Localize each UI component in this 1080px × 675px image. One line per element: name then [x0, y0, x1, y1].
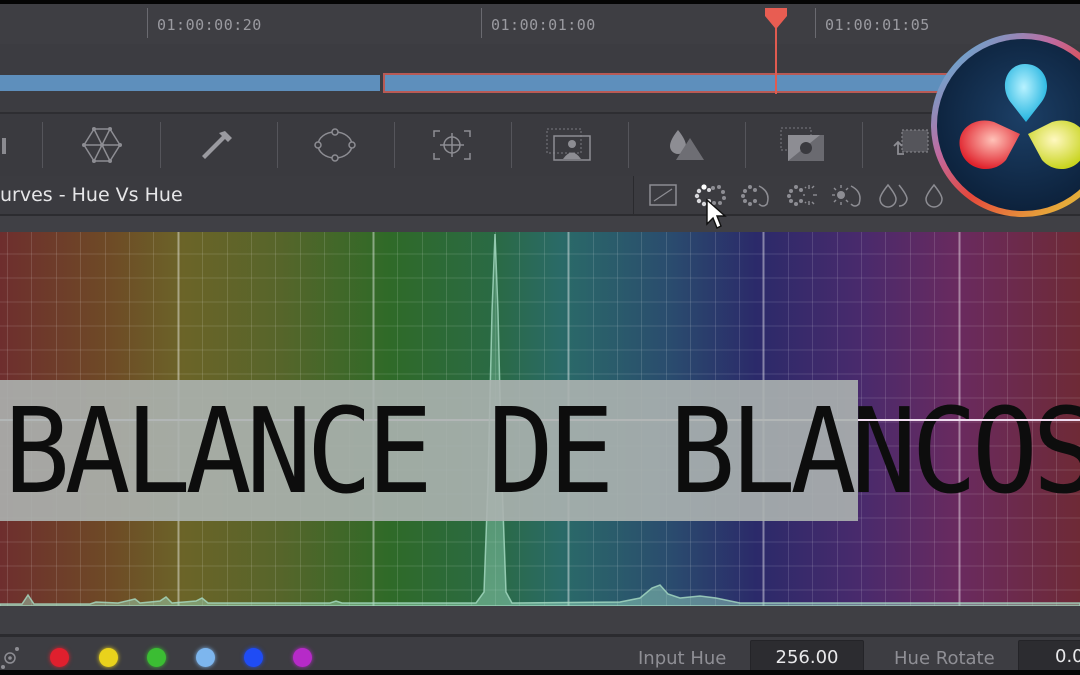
hue-vs-sat-icon: [741, 185, 769, 207]
mouse-cursor-icon: [706, 198, 727, 229]
hue-swatch-red[interactable]: [50, 648, 69, 667]
sat-vs-sat-icon: [879, 183, 908, 208]
sizing-icon: [893, 129, 929, 155]
timeline-ruler[interactable]: 01:00:00:20 01:00:01:00 01:00:01:05: [0, 4, 1080, 44]
hue-rotate-field[interactable]: 0.0: [1018, 640, 1080, 672]
color-warper-icon: [82, 127, 122, 163]
hue-vs-lum-icon: [787, 185, 817, 206]
blur-icon: [670, 130, 704, 160]
playhead-handle[interactable]: [764, 7, 788, 29]
mode-lum-vs-sat[interactable]: [830, 182, 866, 208]
timeline-clip[interactable]: [0, 75, 380, 91]
header-separator: [633, 176, 634, 214]
timecode-label: 01:00:01:05: [825, 16, 930, 34]
hue-swatch-magenta[interactable]: [293, 648, 312, 667]
timeline-clip-selected[interactable]: [385, 75, 985, 91]
blur-tool[interactable]: [629, 114, 743, 176]
toolbar-separator: [862, 122, 863, 168]
ruler-tick: [815, 8, 816, 38]
spline-points-icon[interactable]: [0, 644, 20, 672]
playhead[interactable]: [775, 20, 777, 94]
curves-icon: [2, 138, 6, 154]
hue-swatch-blue[interactable]: [244, 648, 263, 667]
key-tool[interactable]: [746, 114, 860, 176]
hue-swatch-cyan[interactable]: [196, 648, 215, 667]
power-window-icon: [314, 128, 356, 162]
key-icon: [780, 127, 824, 161]
curves-header: urves - Hue Vs Hue: [0, 176, 1080, 216]
magic-mask-tool[interactable]: [512, 114, 626, 176]
palette-toolbar: [0, 112, 1080, 178]
qualifier-tool[interactable]: [161, 114, 275, 176]
magic-mask-icon: [546, 128, 591, 161]
mode-custom-curve[interactable]: [648, 182, 678, 208]
color-warper-tool[interactable]: [45, 114, 159, 176]
custom-curve-icon: [649, 184, 677, 206]
graph-footer: [0, 606, 1080, 637]
toolbar-separator: [42, 122, 43, 168]
mode-sat-vs-sat[interactable]: [876, 182, 912, 208]
title-banner-text: BALANCE DE BLANCOS: [4, 382, 1080, 520]
lum-vs-sat-icon: [832, 185, 861, 207]
davinci-resolve-logo: [931, 33, 1080, 217]
hue-swatch-yellow[interactable]: [99, 648, 118, 667]
timecode-label: 01:00:01:00: [491, 16, 596, 34]
input-hue-field[interactable]: 256.00: [750, 640, 864, 674]
curves-tool[interactable]: [0, 114, 12, 176]
mode-hue-vs-sat[interactable]: [738, 182, 774, 208]
curves-title: urves - Hue Vs Hue: [0, 184, 183, 206]
mode-hue-vs-lum[interactable]: [784, 182, 820, 208]
ruler-tick: [147, 8, 148, 38]
hue-rotate-label: Hue Rotate: [894, 648, 995, 669]
tracker-tool[interactable]: [395, 114, 509, 176]
input-hue-label: Input Hue: [638, 648, 727, 669]
tracker-icon: [433, 130, 471, 160]
hue-swatch-green[interactable]: [147, 648, 166, 667]
ruler-tick: [481, 8, 482, 38]
eyedropper-icon: [202, 131, 232, 159]
hue-curve-line-right: [858, 419, 1080, 421]
bottom-border: [0, 670, 1080, 675]
window-tool[interactable]: [278, 114, 392, 176]
curves-subbar: [0, 216, 1080, 232]
timecode-label: 01:00:00:20: [157, 16, 262, 34]
